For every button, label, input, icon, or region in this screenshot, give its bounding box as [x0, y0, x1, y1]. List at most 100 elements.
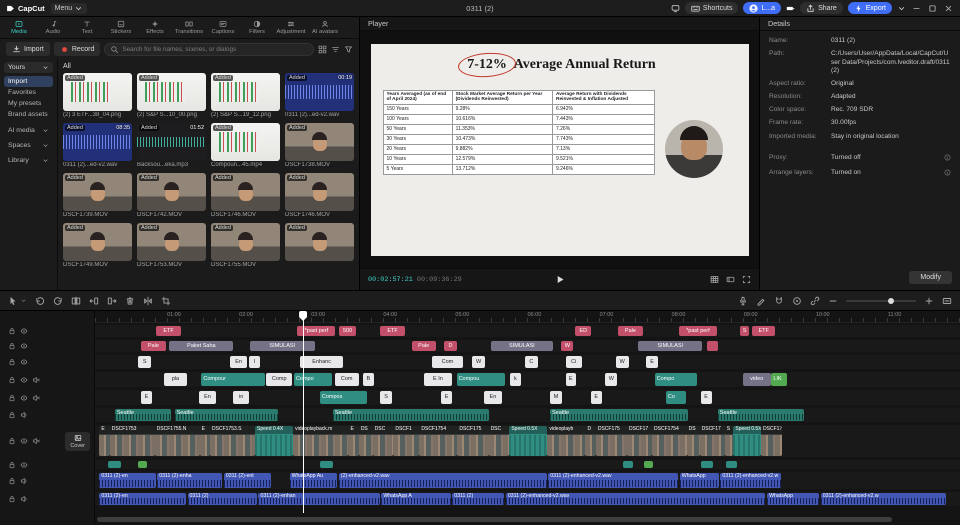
close-button[interactable]	[943, 4, 954, 13]
crop-icon[interactable]	[161, 296, 171, 306]
timeline-clip[interactable]: 0311 (2)-enha	[157, 473, 223, 488]
timeline-clip[interactable]: Com	[334, 373, 359, 386]
timeline-clip[interactable]: SIMULASI	[249, 341, 315, 351]
timeline-clip[interactable]	[644, 461, 653, 468]
media-item[interactable]: Added 00:19 0311 (2)...ed-v2.wav	[285, 73, 354, 119]
timeline-clip[interactable]: video	[742, 373, 771, 386]
mute-icon[interactable]	[32, 394, 40, 402]
timeline-clip[interactable]: E	[590, 391, 602, 404]
eye-icon[interactable]	[20, 461, 28, 469]
timeline-clip[interactable]: *past perf	[678, 326, 717, 336]
timeline-clip[interactable]: ETF	[380, 326, 405, 336]
media-item[interactable]: Added	[285, 223, 354, 269]
timeline-clip[interactable]: E	[700, 391, 712, 404]
timeline-clip[interactable]: Speed 0.5X	[733, 426, 762, 456]
timeline-clip[interactable]: DSC	[372, 426, 394, 456]
timeline-clip[interactable]: Comp	[266, 373, 293, 386]
timeline-clip[interactable]: M	[549, 391, 563, 404]
marker-icon[interactable]	[756, 296, 766, 306]
zoom-slider-thumb[interactable]	[888, 297, 894, 304]
media-item[interactable]: Added (2) S&P S...10_00.png	[137, 73, 206, 119]
trim-right-icon[interactable]	[107, 296, 117, 306]
eye-icon[interactable]	[20, 394, 28, 402]
play-button[interactable]	[554, 274, 565, 285]
magnet-icon[interactable]	[774, 296, 784, 306]
collection-dropdown[interactable]: Yours	[4, 62, 53, 73]
media-item[interactable]: Added DSCF1738.MOV	[285, 123, 354, 169]
timeline-clip[interactable]: Speed 0.4X	[255, 426, 294, 456]
speaker-icon[interactable]	[20, 411, 28, 419]
timeline-clip[interactable]: WhatsApp A	[381, 493, 451, 505]
timeline-clip[interactable]: Speed 0.5X	[509, 426, 548, 456]
timeline-clip[interactable]: (2)-enhanced-v2.wav	[338, 473, 547, 488]
timeline-clip[interactable]: DSCF1754	[419, 426, 458, 456]
eye-icon[interactable]	[20, 358, 28, 366]
timeline-clip[interactable]: Paket Saha	[169, 341, 234, 351]
timeline-scrollbar[interactable]	[97, 517, 952, 522]
timeline-clip[interactable]: DSC	[488, 426, 510, 456]
lock-icon[interactable]	[8, 342, 16, 350]
timeline-clip[interactable]: SIMULASI	[491, 341, 553, 351]
record-button[interactable]: Record	[53, 42, 101, 56]
timeline-clip[interactable]: S	[724, 426, 734, 456]
timeline-clip[interactable]: DSCF175	[457, 426, 489, 456]
timeline-clip[interactable]: LIK	[771, 373, 787, 386]
timeline-clip[interactable]: DS	[358, 426, 373, 456]
timeline-clip[interactable]: En	[484, 391, 502, 404]
media-item[interactable]: Added DSCF1746.MOV	[285, 173, 354, 219]
timeline-clip[interactable]: Pale	[618, 326, 643, 336]
lock-icon[interactable]	[8, 358, 16, 366]
timeline-clip[interactable]: S	[138, 356, 152, 368]
timeline-clip[interactable]: videoplayback.m	[293, 426, 349, 456]
timeline-clip[interactable]: Pale	[411, 341, 436, 351]
media-item[interactable]: Added (2) 3 ETF...38_04.png	[63, 73, 132, 119]
timeline-clip[interactable]: 0311 (2)-enhanced-v2.wav	[548, 473, 678, 488]
eye-icon[interactable]	[20, 342, 28, 350]
timeline-clip[interactable]: DSCF1755.N	[154, 426, 200, 456]
timeline-clip[interactable]: Ci	[565, 356, 582, 368]
fullscreen-icon[interactable]	[742, 275, 751, 284]
playhead[interactable]	[302, 311, 304, 513]
media-item[interactable]: Added DSCF1749.MOV	[63, 223, 132, 269]
timeline-clip[interactable]: B	[363, 373, 374, 386]
zoom-out-icon[interactable]	[828, 296, 838, 306]
lock-icon[interactable]	[8, 327, 16, 335]
timeline-clip[interactable]: Com	[432, 356, 463, 368]
timeline-clip[interactable]	[707, 341, 718, 351]
timeline-clip[interactable]: DSCF1	[393, 426, 420, 456]
minimize-button[interactable]	[911, 4, 922, 13]
tab-stickers[interactable]: Stickers	[104, 20, 138, 35]
lock-icon[interactable]	[8, 411, 16, 419]
timeline-clip[interactable]: Seattle	[114, 409, 172, 421]
search-input[interactable]	[122, 45, 308, 53]
timeline-clip[interactable]: DS	[686, 426, 700, 456]
link-icon[interactable]	[810, 296, 820, 306]
tab-captions[interactable]: Captions	[206, 20, 240, 35]
filter-icon[interactable]	[344, 45, 353, 54]
tab-adjustment[interactable]: Adjustment	[274, 20, 308, 35]
timeline-clip[interactable]: En	[229, 356, 248, 368]
timeline-clip[interactable]	[622, 461, 634, 468]
timeline-clip[interactable]: DSCF17.MO	[761, 426, 782, 456]
fit-timeline-icon[interactable]	[942, 296, 952, 306]
tab-ai-avatars[interactable]: AI avatars	[308, 20, 342, 35]
sidebar-section-ai-media[interactable]: AI media	[4, 125, 53, 136]
timeline-clip[interactable]: E	[565, 373, 576, 386]
sidebar-item-brand-assets[interactable]: Brand assets	[4, 109, 53, 120]
timeline-clip[interactable]: Seattle	[717, 409, 805, 421]
timeline-clip[interactable]: S	[740, 326, 749, 336]
delete-icon[interactable]	[125, 296, 135, 306]
timeline-clip[interactable]: WhatsApp Au	[289, 473, 338, 488]
timeline-clip[interactable]: Seattle	[174, 409, 279, 421]
menu-button[interactable]: Menu	[50, 2, 88, 14]
zoom-slider[interactable]	[846, 297, 916, 304]
timeline-clip[interactable]: E In	[423, 373, 453, 386]
timeline-clip[interactable]: in	[233, 391, 249, 404]
timeline-clip[interactable]: SIMULASI	[638, 341, 703, 351]
timeline-clip[interactable]: 0311 (2)	[452, 493, 505, 505]
timeline-scrollbar-thumb[interactable]	[97, 517, 893, 522]
ratio-icon[interactable]	[726, 275, 735, 284]
grid-overlay-icon[interactable]	[710, 275, 719, 284]
display-icon[interactable]	[671, 4, 680, 13]
media-item[interactable]: Added DSCF1755.MOV	[211, 223, 280, 269]
